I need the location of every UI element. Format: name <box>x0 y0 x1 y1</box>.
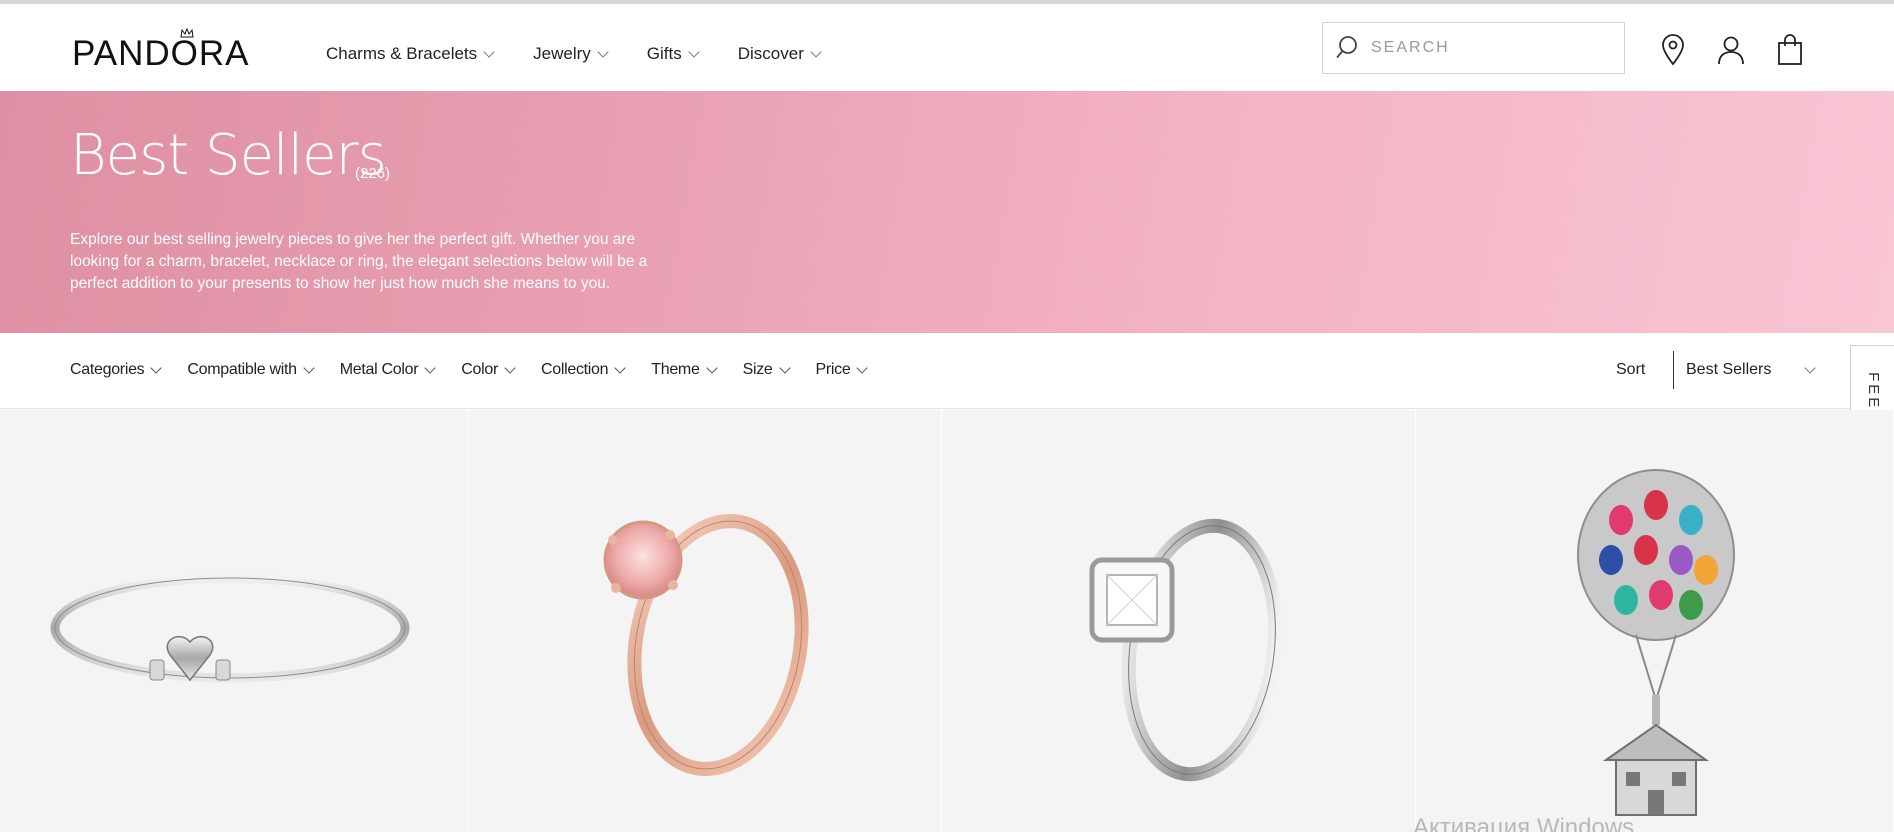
chevron-down-icon <box>778 361 791 374</box>
nav-item-label: Jewelry <box>533 44 591 63</box>
filter-label: Collection <box>541 361 609 378</box>
product-image-rose-gold-ring[interactable] <box>548 480 848 790</box>
search-input[interactable] <box>1371 39 1611 57</box>
filter-list: Categories Compatible with Metal Color C… <box>70 361 893 379</box>
chevron-down-icon <box>1804 361 1816 374</box>
main-nav: Charms & Bracelets Jewelry Gifts Discove… <box>326 44 860 64</box>
search-box[interactable] <box>1322 22 1625 74</box>
product-tile[interactable] <box>0 410 468 832</box>
nav-item-label: Discover <box>737 44 804 63</box>
nav-item-gifts[interactable]: Gifts <box>646 44 700 64</box>
nav-item-jewelry[interactable]: Jewelry <box>533 44 609 64</box>
chevron-down-icon <box>614 361 626 374</box>
filter-price[interactable]: Price <box>815 361 869 379</box>
nav-item-discover[interactable]: Discover <box>737 44 822 64</box>
chevron-down-icon <box>150 361 163 374</box>
brand-logo[interactable]: PANDORA <box>72 28 250 74</box>
filter-label: Compatible with <box>187 361 297 378</box>
chevron-down-icon <box>810 45 822 58</box>
page: PANDORA Charms & Bracelets Jewelry Gifts… <box>0 0 1894 832</box>
filter-metal-color[interactable]: Metal Color <box>339 361 436 379</box>
filter-bar: Categories Compatible with Metal Color C… <box>0 333 1894 409</box>
result-count: (226) <box>355 165 391 182</box>
filter-label: Color <box>461 361 498 378</box>
chevron-down-icon <box>597 45 609 58</box>
product-tile[interactable] <box>468 410 942 832</box>
hero-banner: Best Sellers (226) Explore our best sell… <box>0 91 1894 333</box>
filter-theme[interactable]: Theme <box>651 361 718 379</box>
page-title: Best Sellers <box>70 123 387 188</box>
filter-label: Categories <box>70 361 145 378</box>
chevron-down-icon <box>705 361 718 374</box>
sort-label: Sort <box>1616 361 1646 378</box>
chevron-down-icon <box>688 45 700 58</box>
chevron-down-icon <box>856 361 869 374</box>
sort-divider <box>1673 351 1674 389</box>
brand-logo-text: PANDORA <box>72 34 250 73</box>
sort-selected-value: Best Sellers <box>1686 361 1772 378</box>
crown-icon <box>180 28 194 38</box>
chevron-down-icon <box>424 361 436 374</box>
nav-item-label: Charms & Bracelets <box>326 44 478 63</box>
product-image-bracelet[interactable] <box>40 560 420 710</box>
product-image-balloon-house-charm[interactable] <box>1566 460 1746 830</box>
chevron-down-icon <box>483 45 495 58</box>
chevron-down-icon <box>504 361 516 374</box>
filter-categories[interactable]: Categories <box>70 361 163 379</box>
filter-collection[interactable]: Collection <box>541 361 626 379</box>
filter-size[interactable]: Size <box>742 361 791 379</box>
filter-label: Price <box>815 361 851 378</box>
account-icon[interactable] <box>1716 34 1746 66</box>
nav-item-label: Gifts <box>646 44 682 63</box>
filter-label: Theme <box>651 361 700 378</box>
filter-label: Metal Color <box>339 361 419 378</box>
filter-compatible-with[interactable]: Compatible with <box>187 361 315 379</box>
site-header: PANDORA Charms & Bracelets Jewelry Gifts… <box>0 4 1894 91</box>
chevron-down-icon <box>303 361 315 374</box>
filter-color[interactable]: Color <box>461 361 516 379</box>
search-icon[interactable] <box>1335 33 1365 63</box>
filter-label: Size <box>742 361 773 378</box>
location-pin-icon[interactable] <box>1658 34 1688 66</box>
os-activation-watermark: Активация Windows <box>1413 814 1635 832</box>
shopping-bag-icon[interactable] <box>1775 34 1805 66</box>
nav-item-charms-bracelets[interactable]: Charms & Bracelets <box>326 44 495 64</box>
product-image-silver-halo-ring[interactable] <box>1062 490 1312 800</box>
product-grid <box>0 410 1894 832</box>
product-tile[interactable] <box>942 410 1416 832</box>
banner-description: Explore our best selling jewelry pieces … <box>70 231 648 292</box>
product-tile[interactable] <box>1416 410 1894 832</box>
sort-select[interactable]: Best Sellers <box>1686 361 1816 379</box>
